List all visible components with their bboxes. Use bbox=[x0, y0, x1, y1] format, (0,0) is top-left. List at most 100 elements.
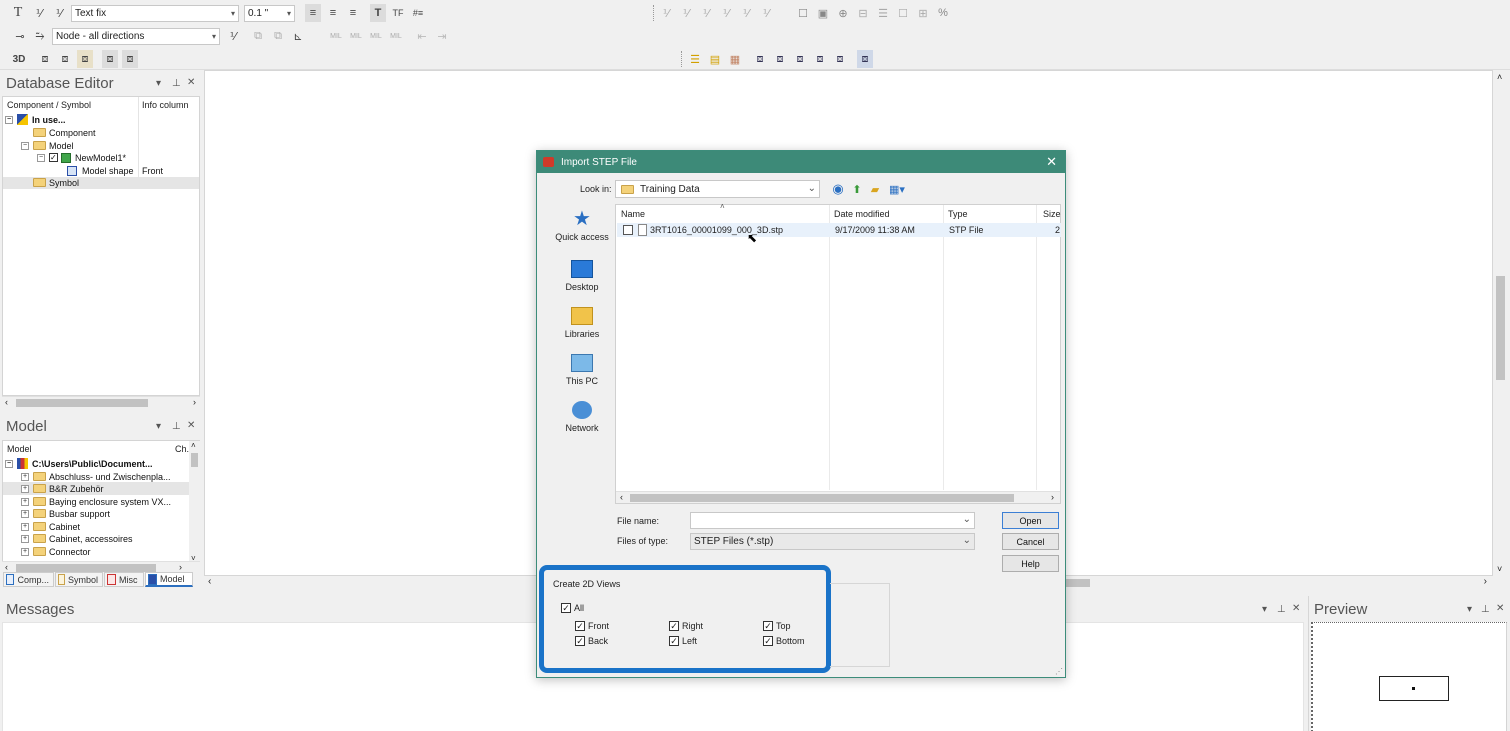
scroll-down-icon[interactable]: ˅ bbox=[1497, 564, 1502, 574]
expand-icon[interactable]: + bbox=[21, 484, 29, 493]
tree-row-root[interactable]: − C:\Users\Public\Document... bbox=[5, 457, 153, 470]
cube-2-icon[interactable]: ⧈ bbox=[57, 50, 73, 68]
expand-icon[interactable]: + bbox=[21, 497, 29, 506]
scroll-up-icon[interactable]: ˄ bbox=[191, 441, 196, 450]
node-combo[interactable]: Node - all directions ▾ bbox=[52, 28, 220, 45]
tab-model[interactable]: Model bbox=[145, 572, 193, 587]
layer-2-icon[interactable]: ▤ bbox=[707, 50, 723, 68]
pin-icon[interactable]: ⊥ bbox=[172, 421, 181, 432]
align-center-icon[interactable]: ≡ bbox=[325, 4, 341, 22]
collapse-icon[interactable]: − bbox=[21, 141, 29, 150]
frame-icon[interactable]: ☐ bbox=[795, 4, 811, 22]
mil-3-icon[interactable]: MIL bbox=[368, 27, 384, 45]
pin-icon[interactable]: ⊥ bbox=[1481, 604, 1490, 615]
panel-menu-icon[interactable]: ▾ bbox=[1262, 604, 1267, 615]
tree-row-connector[interactable]: + Connector bbox=[21, 545, 91, 558]
expand-icon[interactable]: + bbox=[21, 534, 29, 543]
checkbox-icon[interactable]: ✓ bbox=[49, 153, 58, 162]
panel-menu-icon[interactable]: ▾ bbox=[156, 421, 161, 432]
layer-3-icon[interactable]: ▦ bbox=[727, 50, 743, 68]
grid-icon[interactable]: ⊞ bbox=[915, 4, 931, 22]
text-bold-icon[interactable]: T bbox=[370, 4, 386, 22]
file-name-input[interactable]: ⌄ bbox=[690, 512, 975, 529]
collapse-icon[interactable]: − bbox=[5, 459, 13, 468]
tab-comp[interactable]: Comp... bbox=[3, 572, 54, 587]
expand-icon[interactable]: + bbox=[21, 547, 29, 556]
tree-row-newmodel[interactable]: − ✓ NewModel1* bbox=[37, 151, 126, 164]
tree-row-br[interactable]: + B&R Zubehör bbox=[21, 482, 104, 495]
place-libraries[interactable]: Libraries bbox=[547, 307, 617, 339]
model-vscroll[interactable]: ˄ ˅ bbox=[189, 441, 200, 563]
pin-icon[interactable]: ⊥ bbox=[172, 78, 181, 89]
view-iso-icon[interactable]: ⧈ bbox=[857, 50, 873, 68]
place-this-pc[interactable]: This PC bbox=[547, 354, 617, 386]
resize-grip-icon[interactable]: ⋰ bbox=[1055, 667, 1063, 676]
scroll-thumb[interactable] bbox=[630, 494, 1014, 502]
fraction-tool-icon[interactable]: ⅟ bbox=[31, 4, 47, 22]
scroll-thumb[interactable] bbox=[1064, 579, 1090, 587]
expand-icon[interactable]: + bbox=[21, 522, 29, 531]
layer-icon[interactable]: ☰ bbox=[687, 50, 703, 68]
column-type[interactable]: Type bbox=[948, 209, 968, 219]
box-icon[interactable]: ☐ bbox=[895, 4, 911, 22]
expand-icon[interactable]: + bbox=[21, 472, 29, 481]
table-icon[interactable]: ⊟ bbox=[855, 4, 871, 22]
measure-6-icon[interactable]: ⅟ bbox=[758, 4, 774, 22]
size-combo[interactable]: 0.1 " ▾ bbox=[244, 5, 295, 22]
collapse-icon[interactable]: − bbox=[5, 115, 13, 124]
column-date[interactable]: Date modified bbox=[834, 209, 890, 219]
crosshair-icon[interactable]: ⊕ bbox=[835, 4, 851, 22]
tab-misc[interactable]: Misc bbox=[104, 572, 144, 587]
row-checkbox[interactable] bbox=[623, 225, 633, 235]
place-desktop[interactable]: Desktop bbox=[547, 260, 617, 292]
scroll-thumb[interactable] bbox=[1496, 276, 1505, 380]
view-3d-button[interactable]: 3D bbox=[10, 50, 28, 68]
text-hash-icon[interactable]: #≡ bbox=[410, 4, 426, 22]
close-icon[interactable]: ✕ bbox=[1496, 603, 1504, 614]
expand-icon[interactable]: + bbox=[21, 509, 29, 518]
scroll-thumb[interactable] bbox=[191, 453, 198, 467]
tree-row-busbar[interactable]: + Busbar support bbox=[21, 507, 110, 520]
view-top-checkbox[interactable]: ✓ Top bbox=[763, 621, 791, 631]
view-top-icon[interactable]: ⧈ bbox=[832, 50, 848, 68]
scroll-left-icon[interactable]: ‹ bbox=[5, 562, 8, 572]
measure-1-icon[interactable]: ⅟ bbox=[658, 4, 674, 22]
view-bottom-checkbox[interactable]: ✓ Bottom bbox=[763, 636, 805, 646]
file-list-hscroll[interactable]: ‹ › bbox=[616, 491, 1060, 503]
file-row[interactable]: 3RT1016_00001099_000_3D.stp 9/17/2009 11… bbox=[617, 223, 1061, 237]
back-icon[interactable]: ◉ bbox=[830, 180, 846, 198]
up-folder-icon[interactable]: ⬆ bbox=[849, 180, 865, 198]
scroll-right-icon[interactable]: › bbox=[1051, 492, 1054, 502]
column-size[interactable]: Size bbox=[1043, 209, 1061, 219]
cube-4-icon[interactable]: ⧈ bbox=[102, 50, 118, 68]
align-left-icon[interactable]: ≡ bbox=[305, 4, 321, 22]
close-icon[interactable]: ✕ bbox=[187, 420, 195, 431]
tree-row-component[interactable]: Component bbox=[33, 126, 96, 139]
view-front-checkbox[interactable]: ✓ Front bbox=[575, 621, 609, 631]
measure-4-icon[interactable]: ⅟ bbox=[718, 4, 734, 22]
pin-icon[interactable]: ⊥ bbox=[1277, 604, 1286, 615]
view-menu-icon[interactable]: ▦▾ bbox=[886, 180, 908, 198]
group-icon[interactable]: ⧉ bbox=[250, 27, 266, 45]
close-icon[interactable]: ✕ bbox=[187, 77, 195, 88]
frame-2-icon[interactable]: ▣ bbox=[815, 4, 831, 22]
list-icon[interactable]: ☰ bbox=[875, 4, 891, 22]
cancel-button[interactable]: Cancel bbox=[1002, 533, 1059, 550]
collapse-icon[interactable]: − bbox=[37, 153, 45, 162]
cube-3-icon[interactable]: ⧈ bbox=[77, 50, 93, 68]
scroll-thumb[interactable] bbox=[16, 564, 156, 572]
tree-row-symbol[interactable]: Symbol bbox=[33, 176, 79, 189]
measure-3-icon[interactable]: ⅟ bbox=[698, 4, 714, 22]
cube-1-icon[interactable]: ⧈ bbox=[37, 50, 53, 68]
new-folder-icon[interactable]: ▰ bbox=[867, 180, 883, 198]
scroll-left-icon[interactable]: ‹ bbox=[208, 576, 211, 587]
scroll-right-icon[interactable]: › bbox=[179, 562, 182, 572]
arrow-left-right-icon[interactable]: ⇤ bbox=[414, 27, 430, 45]
measure-2-icon[interactable]: ⅟ bbox=[678, 4, 694, 22]
close-icon[interactable]: ✕ bbox=[1046, 154, 1057, 170]
view-right-icon[interactable]: ⧈ bbox=[812, 50, 828, 68]
scroll-right-icon[interactable]: › bbox=[193, 397, 196, 407]
fraction-tool-2-icon[interactable]: ⅟ bbox=[51, 4, 67, 22]
close-icon[interactable]: ✕ bbox=[1292, 603, 1300, 614]
panel-menu-icon[interactable]: ▾ bbox=[1467, 604, 1472, 615]
